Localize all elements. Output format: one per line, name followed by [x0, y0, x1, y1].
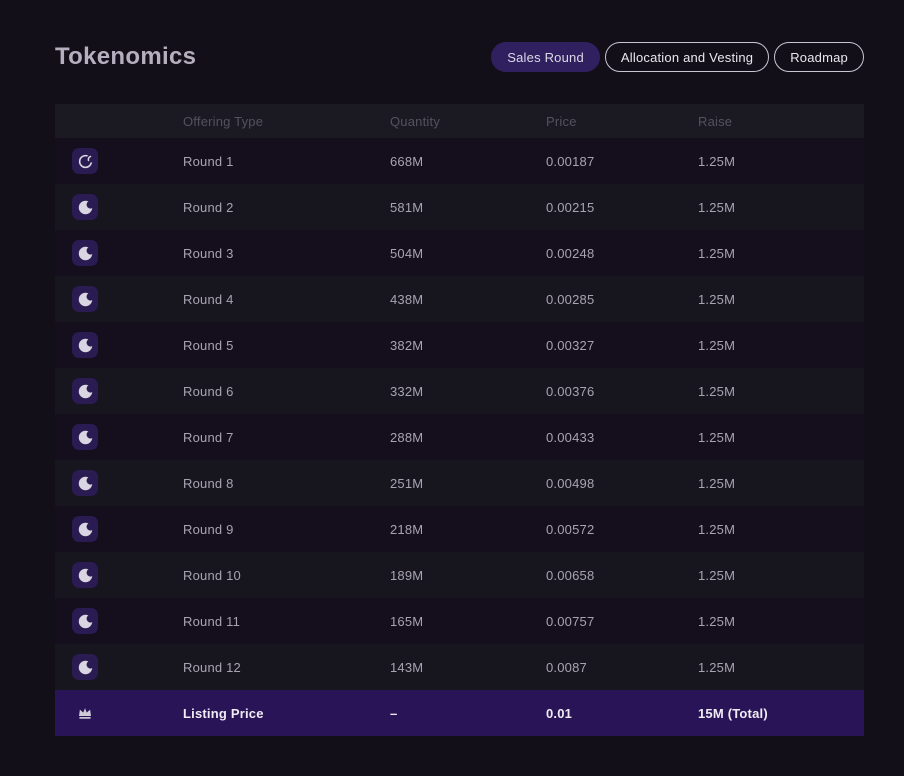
price-cell: 0.00215 — [546, 199, 595, 215]
raise-cell: 15M (Total) — [698, 705, 768, 721]
header-cell-quantity: Quantity — [390, 113, 441, 129]
price-cell: 0.00376 — [546, 383, 595, 399]
price-cell: 0.00433 — [546, 429, 595, 445]
offering-type-cell: Listing Price — [183, 705, 264, 721]
raise-cell: 1.25M — [698, 199, 736, 215]
quantity-cell: 288M — [390, 429, 424, 445]
offering-type-cell: Round 3 — [183, 245, 234, 261]
tokenomics-page: Tokenomics Sales Round Allocation and Ve… — [0, 0, 904, 776]
table-row: Round 2 581M 0.00215 1.25M — [55, 184, 864, 230]
offering-type-cell: Round 2 — [183, 199, 234, 215]
offering-type-cell: Round 6 — [183, 383, 234, 399]
table-row: Round 11 165M 0.00757 1.25M — [55, 598, 864, 644]
raise-cell: 1.25M — [698, 429, 736, 445]
quantity-cell: 581M — [390, 199, 424, 215]
offering-type-cell: Round 1 — [183, 153, 234, 169]
quantity-cell: 165M — [390, 613, 424, 629]
raise-cell: 1.25M — [698, 153, 736, 169]
moon-icon — [72, 332, 98, 358]
moon-icon — [72, 424, 98, 450]
offering-type-cell: Round 11 — [183, 613, 241, 629]
moon-icon — [72, 286, 98, 312]
raise-cell: 1.25M — [698, 659, 736, 675]
price-cell: 0.0087 — [546, 659, 587, 675]
table-row: Round 8 251M 0.00498 1.25M — [55, 460, 864, 506]
table-row: Round 9 218M 0.00572 1.25M — [55, 506, 864, 552]
moon-outline-icon — [72, 148, 98, 174]
raise-cell: 1.25M — [698, 521, 736, 537]
raise-cell: 1.25M — [698, 567, 736, 583]
table-body: Round 1 668M 0.00187 1.25M Round 2 581M … — [55, 138, 864, 736]
offering-type-cell: Round 7 — [183, 429, 234, 445]
table-row: Round 5 382M 0.00327 1.25M — [55, 322, 864, 368]
moon-icon — [72, 378, 98, 404]
moon-icon — [72, 516, 98, 542]
raise-cell: 1.25M — [698, 383, 736, 399]
moon-icon — [72, 470, 98, 496]
quantity-cell: 251M — [390, 475, 424, 491]
raise-cell: 1.25M — [698, 475, 736, 491]
header-cell-raise: Raise — [698, 113, 733, 129]
raise-cell: 1.25M — [698, 337, 736, 353]
table-row: Round 6 332M 0.00376 1.25M — [55, 368, 864, 414]
tab-roadmap[interactable]: Roadmap — [774, 42, 864, 72]
table-header-row: Offering Type Quantity Price Raise — [55, 104, 864, 138]
moon-icon — [72, 608, 98, 634]
price-cell: 0.00285 — [546, 291, 595, 307]
quantity-cell: 189M — [390, 567, 424, 583]
quantity-cell: 438M — [390, 291, 424, 307]
tokenomics-table: Offering Type Quantity Price Raise Round… — [55, 104, 864, 736]
price-cell: 0.00248 — [546, 245, 595, 261]
table-row: Listing Price – 0.01 15M (Total) — [55, 690, 864, 736]
offering-type-cell: Round 10 — [183, 567, 241, 583]
quantity-cell: 332M — [390, 383, 424, 399]
quantity-cell: 218M — [390, 521, 424, 537]
price-cell: 0.01 — [546, 705, 573, 721]
header-cell-price: Price — [546, 113, 577, 129]
price-cell: 0.00658 — [546, 567, 595, 583]
page-title: Tokenomics — [55, 43, 197, 70]
tab-sales-round[interactable]: Sales Round — [491, 42, 600, 72]
quantity-cell: – — [390, 705, 398, 721]
crown-icon — [72, 700, 98, 726]
quantity-cell: 668M — [390, 153, 424, 169]
section-header: Tokenomics Sales Round Allocation and Ve… — [0, 0, 904, 72]
moon-icon — [72, 562, 98, 588]
moon-icon — [72, 240, 98, 266]
price-cell: 0.00327 — [546, 337, 595, 353]
offering-type-cell: Round 12 — [183, 659, 241, 675]
table-row: Round 7 288M 0.00433 1.25M — [55, 414, 864, 460]
tab-allocation-and-vesting[interactable]: Allocation and Vesting — [604, 42, 770, 72]
raise-cell: 1.25M — [698, 613, 736, 629]
quantity-cell: 382M — [390, 337, 424, 353]
table-row: Round 1 668M 0.00187 1.25M — [55, 138, 864, 184]
moon-icon — [72, 654, 98, 680]
offering-type-cell: Round 5 — [183, 337, 234, 353]
table-row: Round 3 504M 0.00248 1.25M — [55, 230, 864, 276]
price-cell: 0.00757 — [546, 613, 595, 629]
offering-type-cell: Round 4 — [183, 291, 234, 307]
price-cell: 0.00187 — [546, 153, 595, 169]
quantity-cell: 143M — [390, 659, 424, 675]
raise-cell: 1.25M — [698, 245, 736, 261]
moon-icon — [72, 194, 98, 220]
table-row: Round 12 143M 0.0087 1.25M — [55, 644, 864, 690]
table-row: Round 10 189M 0.00658 1.25M — [55, 552, 864, 598]
quantity-cell: 504M — [390, 245, 424, 261]
header-cell-offering-type: Offering Type — [183, 113, 264, 129]
table-row: Round 4 438M 0.00285 1.25M — [55, 276, 864, 322]
price-cell: 0.00572 — [546, 521, 595, 537]
raise-cell: 1.25M — [698, 291, 736, 307]
offering-type-cell: Round 9 — [183, 521, 234, 537]
tab-group: Sales Round Allocation and Vesting Roadm… — [491, 42, 864, 72]
price-cell: 0.00498 — [546, 475, 595, 491]
offering-type-cell: Round 8 — [183, 475, 234, 491]
